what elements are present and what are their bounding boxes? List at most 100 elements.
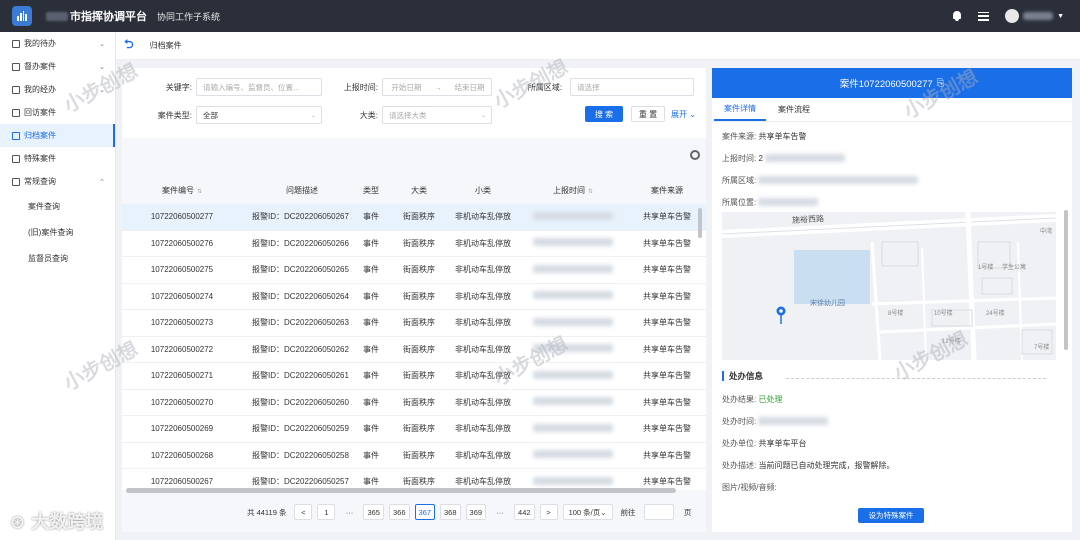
sidebar-subitem-inspector-query[interactable]: 监督员查询 — [0, 245, 115, 271]
start-date-input[interactable]: 开始日期 — [391, 82, 421, 93]
header-source: 案件来源 — [651, 185, 683, 195]
sidebar-subitem-case-query[interactable]: 案件查询 — [0, 193, 115, 219]
table-row[interactable]: 10722060500270 报警ID：DC202206050260 ... 事件 街… — [122, 390, 706, 416]
handle-desc-label: 处办描述: — [722, 460, 757, 470]
expand-link[interactable]: 展开 ⌄ — [671, 109, 696, 120]
header-case-id[interactable]: 案件编号 ⇅ — [122, 185, 242, 196]
page-button[interactable]: 1 — [317, 504, 336, 520]
area-select[interactable]: 请选择 — [570, 78, 694, 96]
cell-case-id: 10722060500273 — [150, 318, 214, 328]
brand-watermark-text: 大数跨境 — [31, 512, 104, 533]
sidebar-item-query[interactable]: 常规查询 ⌃ — [0, 170, 115, 193]
set-special-case-button[interactable]: 设为特殊案件 — [858, 508, 924, 523]
search-button[interactable]: 搜 索 — [585, 106, 623, 122]
cell-report-time — [518, 450, 628, 460]
table-row[interactable]: 10722060500274 报警ID：DC202206050264 ... 事件 街… — [122, 284, 706, 310]
cell-type: 事件 — [363, 397, 379, 407]
cell-subcategory: 非机动车乱停放 — [455, 291, 511, 301]
table-row[interactable]: 10722060500275 报警ID：DC202206050265 ... 事件 街… — [122, 257, 706, 284]
menu-icon[interactable] — [978, 11, 990, 21]
header-report-time[interactable]: 上报时间 ⇅ — [518, 185, 628, 196]
cell-type: 事件 — [363, 318, 379, 328]
keyword-input[interactable]: 请输入编号、监督员、位置... — [196, 78, 322, 96]
redacted-time — [533, 450, 613, 459]
cell-case-id: 10722060500277 — [150, 212, 214, 222]
cell-desc: 报警ID：DC202206050264 ... — [252, 291, 352, 301]
cell-type: 事件 — [363, 212, 379, 222]
next-page-button[interactable]: > — [539, 504, 558, 520]
case-type-select[interactable]: 全部 ⌄ — [196, 106, 322, 124]
page-button[interactable]: 368 — [440, 504, 461, 520]
bell-icon[interactable] — [952, 10, 962, 22]
copy-icon[interactable]: ⎘ — [937, 78, 945, 89]
cell-desc: 报警ID：DC202206050257 ... — [252, 477, 352, 487]
cell-desc: 报警ID：DC202206050266 ... — [252, 238, 352, 248]
cell-category: 街面秩序 — [403, 371, 435, 381]
prev-page-button[interactable]: < — [294, 504, 313, 520]
sidebar-item-my-todo[interactable]: 我的待办 ⌄ — [0, 32, 115, 55]
sidebar-item-archived[interactable]: 归档案件 — [0, 124, 115, 147]
chevron-down-icon: ⌄ — [310, 112, 316, 119]
brand-watermark: ⊛ 大数跨境 — [10, 508, 103, 534]
page-button[interactable]: 442 — [514, 504, 535, 520]
table-horizontal-scrollbar[interactable] — [126, 488, 676, 493]
cell-subcategory: 非机动车乱停放 — [455, 265, 511, 275]
cell-category: 街面秩序 — [403, 397, 435, 407]
expand-label: 展开 — [671, 110, 687, 119]
handle-desc-value: 当前问题已自动处理完成，报警解除。 — [758, 460, 895, 470]
cell-report-time — [518, 370, 628, 381]
cell-report-time — [518, 264, 628, 275]
range-separator: → — [434, 82, 442, 92]
user-menu[interactable]: ▼ — [1005, 9, 1064, 23]
page-button[interactable]: 365 — [363, 504, 384, 520]
cell-case-id: 10722060500269 — [150, 424, 214, 434]
date-range-picker[interactable]: 开始日期 → 结束日期 — [382, 78, 492, 96]
table-row[interactable]: 10722060500267 报警ID：DC202206050257 ... 事件 街… — [122, 469, 706, 490]
category-select[interactable]: 请选择大类 ⌄ — [382, 106, 492, 124]
cell-source: 共享单车告警 — [643, 477, 691, 487]
cell-subcategory: 非机动车乱停放 — [455, 477, 511, 487]
cell-category: 街面秩序 — [403, 477, 435, 487]
table-row[interactable]: 10722060500271 报警ID：DC202206050261 ... 事件 街… — [122, 363, 706, 390]
sidebar-item-supervise[interactable]: 督办案件 ⌄ — [0, 55, 115, 78]
page-button[interactable]: 367 — [414, 504, 436, 520]
tab-case-detail[interactable]: 案件详情 — [714, 98, 766, 121]
goto-page-input[interactable] — [643, 504, 674, 520]
table-row[interactable]: 10722060500273 报警ID：DC202206050263 ... 事件 街… — [122, 310, 706, 337]
sidebar: 我的待办 ⌄ 督办案件 ⌄ 我的经办 ⌄ 回访案件 归档案件 特殊案件 常规查询 ⌃ 案… — [0, 32, 116, 540]
cell-subcategory: 非机动车乱停放 — [455, 450, 511, 460]
back-icon[interactable]: ⮌ — [124, 35, 134, 56]
table-row[interactable]: 10722060500272 报警ID：DC202206050262 ... 事件 街… — [122, 337, 706, 363]
table-vertical-scrollbar[interactable] — [698, 208, 702, 238]
sidebar-subitem-old-case-query[interactable]: (旧)案件查询 — [0, 219, 115, 245]
location-map[interactable]: 施裕西路 宋徐幼儿园 中湾 1号楼 学生公寓 8号楼 10号楼 24号楼 12号… — [722, 212, 1056, 360]
gear-icon[interactable] — [690, 150, 700, 160]
tab-case-flow[interactable]: 案件流程 — [768, 98, 820, 121]
table-row[interactable]: 10722060500277 报警ID：DC202206050267 ... 事件 街… — [122, 204, 706, 231]
end-date-input[interactable]: 结束日期 — [455, 82, 485, 93]
cell-desc: 报警ID：DC202206050259 ... — [252, 424, 352, 434]
detail-scrollbar[interactable] — [1064, 210, 1068, 350]
table-row[interactable]: 10722060500276 报警ID：DC202206050266 ... 事件 街… — [122, 231, 706, 257]
map-road-label: 施裕西路 — [791, 214, 825, 225]
map-label: 1号楼 — [978, 265, 994, 271]
goto-suffix: 页 — [683, 507, 692, 517]
redacted-time — [533, 397, 613, 406]
sidebar-item-revisit[interactable]: 回访案件 — [0, 101, 115, 124]
table-row[interactable]: 10722060500268 报警ID：DC202206050258 ... 事件 街… — [122, 443, 706, 469]
header-subcategory: 小类 — [475, 185, 491, 195]
chevron-up-icon: ⌃ — [99, 178, 105, 186]
page-size-select[interactable]: 100 条/页 ⌄ — [562, 504, 613, 520]
sidebar-item-special[interactable]: 特殊案件 — [0, 147, 115, 170]
page-button[interactable]: 366 — [388, 504, 410, 520]
map-label: 8号楼 — [888, 311, 904, 317]
header-desc: 问题描述 — [286, 185, 318, 195]
table-row[interactable]: 10722060500269 报警ID：DC202206050259 ... 事件 街… — [122, 416, 706, 443]
chevron-down-icon: ▼ — [1057, 12, 1064, 20]
sidebar-item-my-handled[interactable]: 我的经办 ⌄ — [0, 78, 115, 101]
phone-icon — [12, 108, 20, 117]
page-button[interactable]: 369 — [465, 504, 487, 520]
cell-source: 共享单车告警 — [643, 371, 691, 381]
reset-button[interactable]: 重 置 — [631, 106, 665, 122]
cell-source: 共享单车告警 — [643, 424, 691, 434]
